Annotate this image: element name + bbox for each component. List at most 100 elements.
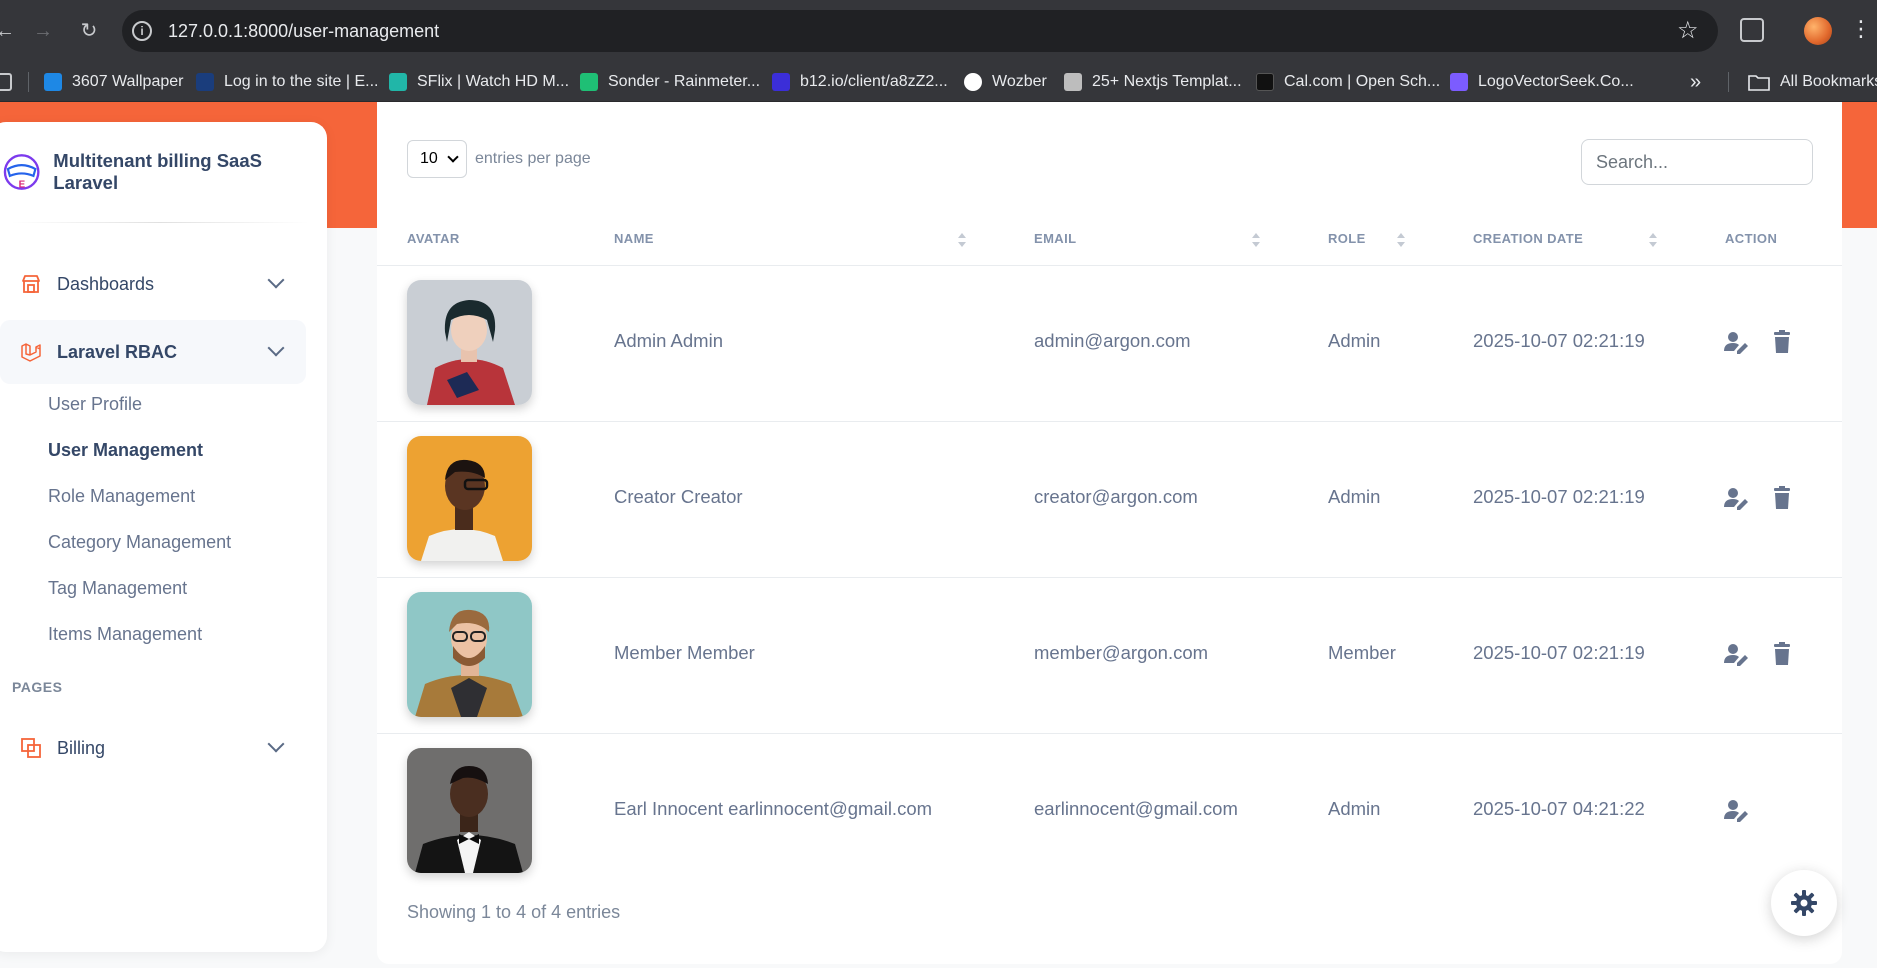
sort-icon[interactable]: [957, 232, 967, 248]
user-email: admin@argon.com: [1034, 330, 1191, 351]
table-row: Admin Admin admin@argon.com Admin 2025-1…: [377, 266, 1842, 422]
user-role: Admin: [1328, 798, 1381, 819]
bookmark-item[interactable]: b12.io/client/a8zZ2...: [772, 68, 948, 96]
bookmark-item[interactable]: Wozber: [964, 68, 1047, 96]
sidebar-item-category-management[interactable]: Category Management: [48, 532, 231, 553]
bookmark-favicon-icon: [1450, 73, 1468, 91]
sidebar-item-user-profile[interactable]: User Profile: [48, 394, 142, 415]
more-bookmarks-button[interactable]: »: [1690, 68, 1701, 96]
folder-icon: [1748, 75, 1770, 91]
sort-icon[interactable]: [1396, 232, 1406, 248]
url-text[interactable]: 127.0.0.1:8000/user-management: [168, 21, 439, 42]
sidebar-item-role-management[interactable]: Role Management: [48, 486, 195, 507]
user-name: Admin Admin: [614, 330, 723, 351]
address-bar[interactable]: i 127.0.0.1:8000/user-management ☆: [122, 10, 1718, 52]
user-edit-icon[interactable]: [1723, 641, 1749, 667]
svg-text:E: E: [19, 180, 26, 191]
apps-icon[interactable]: [0, 68, 22, 96]
user-role: Admin: [1328, 330, 1381, 351]
gear-icon: [1791, 890, 1817, 916]
bookmark-item[interactable]: SFlix | Watch HD M...: [389, 68, 569, 96]
user-photo-icon: [407, 436, 532, 561]
bookmark-favicon-icon: [44, 73, 62, 91]
bookmark-favicon-icon: [772, 73, 790, 91]
user-creation-date: 2025-10-07 04:21:22: [1473, 798, 1645, 819]
bookmark-favicon-icon: [1064, 73, 1082, 91]
entries-per-page-select[interactable]: 10: [407, 140, 467, 178]
user-creation-date: 2025-10-07 02:21:19: [1473, 330, 1645, 351]
column-header-creation-date[interactable]: CREATION DATE: [1473, 231, 1583, 246]
search-input[interactable]: [1581, 139, 1813, 185]
user-name: Creator Creator: [614, 486, 743, 507]
brand-name: Multitenant billing SaaS Laravel: [53, 150, 262, 193]
all-bookmarks-button[interactable]: All Bookmarks: [1748, 68, 1877, 96]
column-header-role[interactable]: ROLE: [1328, 231, 1366, 246]
brand-logo-icon: E: [3, 154, 40, 191]
profile-avatar[interactable]: [1804, 17, 1832, 45]
back-icon[interactable]: ←: [0, 18, 18, 44]
chevron-down-icon: [267, 339, 285, 357]
table-row: Member Member member@argon.com Member 20…: [377, 578, 1842, 734]
bookmark-favicon-icon: [580, 73, 598, 91]
bookmark-item[interactable]: 3607 Wallpaper: [44, 68, 183, 96]
user-creation-date: 2025-10-07 02:21:19: [1473, 642, 1645, 663]
nav-billing-label: Billing: [57, 737, 106, 758]
bookmark-item[interactable]: Log in to the site | E...: [196, 68, 378, 96]
section-title-pages: PAGES: [12, 679, 63, 695]
bookmark-favicon-icon: [1256, 73, 1274, 91]
user-email: creator@argon.com: [1034, 486, 1198, 507]
bookmark-item[interactable]: 25+ Nextjs Templat...: [1064, 68, 1242, 96]
user-photo-icon: [407, 280, 532, 405]
user-email: member@argon.com: [1034, 642, 1209, 663]
sidebar-item-tag-management[interactable]: Tag Management: [48, 578, 187, 599]
avatar: [407, 592, 532, 717]
nav-dashboards[interactable]: Dashboards: [0, 252, 306, 316]
bookmark-item[interactable]: Sonder - Rainmeter...: [580, 68, 760, 96]
user-name: Earl Innocent earlinnocent@gmail.com: [614, 798, 933, 819]
bookmark-star-icon[interactable]: ☆: [1677, 16, 1699, 45]
extensions-icon[interactable]: [1740, 18, 1764, 42]
trash-icon[interactable]: [1769, 641, 1795, 667]
entries-per-page-label: entries per page: [475, 150, 591, 167]
avatar: [407, 436, 532, 561]
column-header-name[interactable]: NAME: [614, 231, 654, 246]
user-role: Admin: [1328, 486, 1381, 507]
laravel-icon: [21, 343, 41, 362]
user-edit-icon[interactable]: [1723, 485, 1749, 511]
user-photo-icon: [407, 748, 532, 873]
app-viewport: E Multitenant billing SaaS Laravel Dashb…: [0, 102, 1877, 968]
sidebar-item-user-management[interactable]: User Management: [48, 440, 203, 461]
table-footer-info: Showing 1 to 4 of 4 entries: [407, 902, 621, 922]
bookmark-favicon-icon: [389, 73, 407, 91]
chevron-down-icon: [267, 735, 285, 753]
trash-icon[interactable]: [1769, 485, 1795, 511]
trash-icon[interactable]: [1769, 329, 1795, 355]
sidebar-divider: [10, 222, 310, 223]
copy-icon: [21, 738, 41, 758]
user-email: earlinnocent@gmail.com: [1034, 798, 1238, 819]
sort-icon[interactable]: [1251, 232, 1261, 248]
nav-laravel-rbac[interactable]: Laravel RBAC: [0, 320, 306, 384]
reload-icon[interactable]: ↻: [76, 18, 102, 44]
user-creation-date: 2025-10-07 02:21:19: [1473, 486, 1645, 507]
sidebar-item-items-management[interactable]: Items Management: [48, 624, 202, 645]
sidebar: E Multitenant billing SaaS Laravel Dashb…: [0, 122, 327, 952]
sort-icon[interactable]: [1648, 232, 1658, 248]
settings-button[interactable]: [1771, 870, 1837, 936]
bookmark-item[interactable]: LogoVectorSeek.Co...: [1450, 68, 1634, 96]
entries-per-page-value: 10: [420, 150, 438, 167]
browser-menu-icon[interactable]: ⋮: [1850, 16, 1872, 42]
brand[interactable]: E Multitenant billing SaaS Laravel: [2, 150, 327, 194]
user-edit-icon[interactable]: [1723, 797, 1749, 823]
bookmark-divider: [1728, 72, 1729, 92]
user-edit-icon[interactable]: [1723, 329, 1749, 355]
avatar: [407, 280, 532, 405]
bookmark-item[interactable]: Cal.com | Open Sch...: [1256, 68, 1440, 96]
chevron-down-icon: [267, 271, 285, 289]
column-header-email[interactable]: EMAIL: [1034, 231, 1076, 246]
user-role: Member: [1328, 642, 1396, 663]
site-info-icon[interactable]: i: [132, 21, 152, 41]
nav-billing[interactable]: Billing: [0, 716, 306, 780]
forward-icon[interactable]: →: [30, 18, 56, 44]
table-row: Earl Innocent earlinnocent@gmail.com ear…: [377, 734, 1842, 890]
